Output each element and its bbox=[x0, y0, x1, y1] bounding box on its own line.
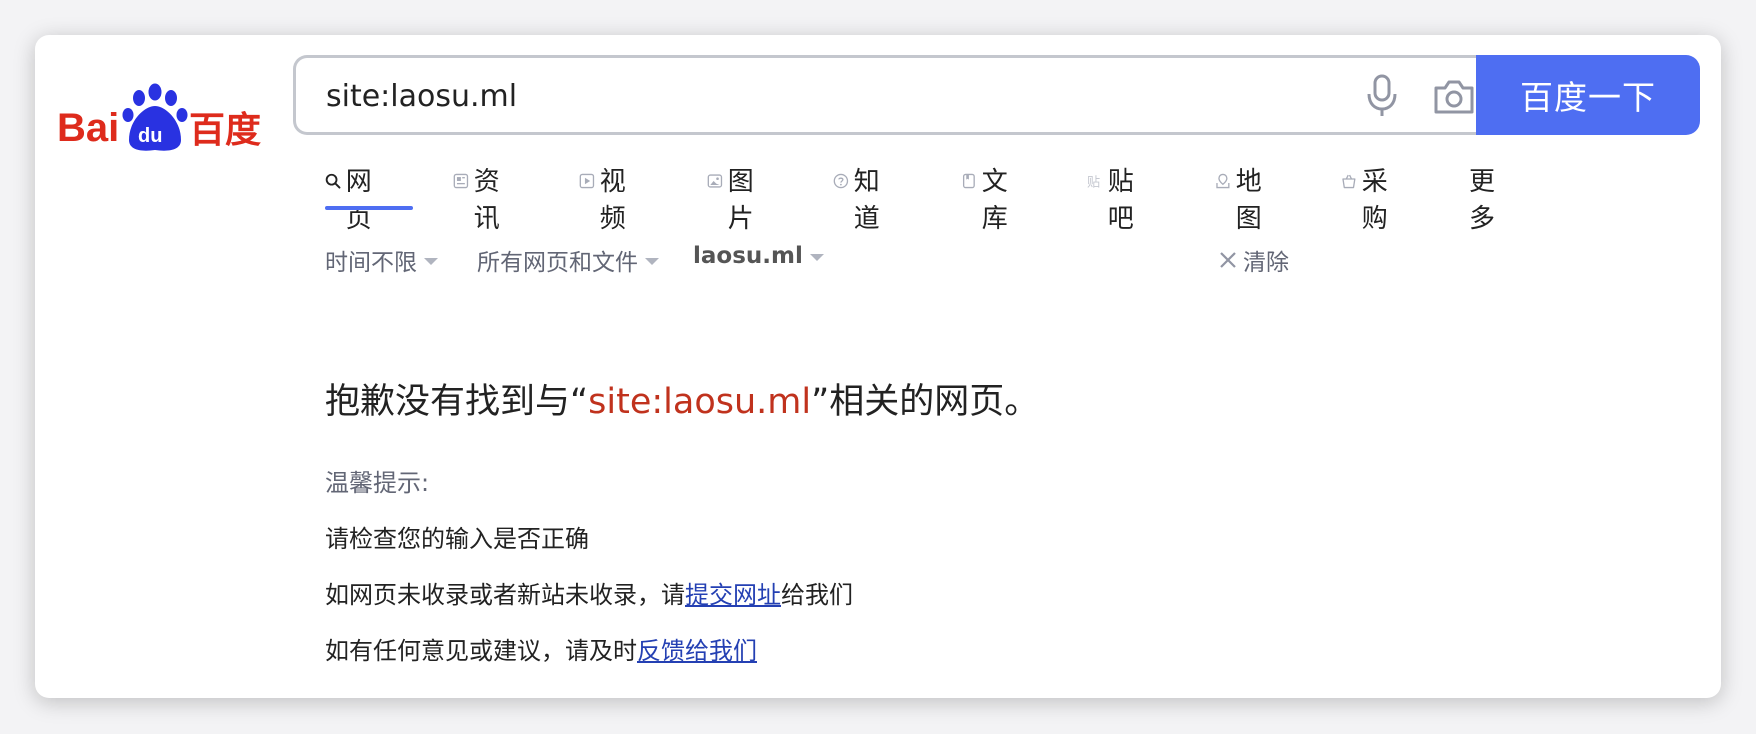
search-input[interactable] bbox=[326, 76, 1286, 116]
tab-tieba[interactable]: 贴 贴吧 bbox=[1087, 161, 1142, 234]
video-icon bbox=[579, 173, 595, 189]
filetype-filter[interactable]: 所有网页和文件 bbox=[477, 243, 659, 277]
tab-label: 知道 bbox=[853, 167, 880, 234]
tab-label: 采购 bbox=[1361, 167, 1388, 234]
caret-down-icon bbox=[424, 257, 438, 265]
time-filter-label: 时间不限 bbox=[325, 250, 417, 276]
caret-down-icon bbox=[809, 253, 824, 261]
tips-title: 温馨提示: bbox=[325, 469, 430, 497]
logo-text-baidu: 百度 bbox=[189, 110, 261, 151]
tips-section: 温馨提示: 请检查您的输入是否正确 如网页未收录或者新站未收录，请提交网址给我们… bbox=[325, 463, 853, 687]
tip-feedback: 如有任何意见或建议，请及时反馈给我们 bbox=[325, 631, 853, 665]
tab-label: 图片 bbox=[727, 167, 754, 234]
no-results-message: 抱歉没有找到与“site:laosu.ml”相关的网页。 bbox=[325, 373, 1039, 424]
basket-icon bbox=[1342, 174, 1356, 189]
message-query: site:laosu.ml bbox=[588, 382, 812, 422]
site-filter-label: laosu.ml bbox=[693, 243, 803, 269]
tab-wenku[interactable]: 文库 bbox=[961, 161, 1016, 234]
tab-news[interactable]: 资讯 bbox=[453, 161, 508, 234]
tab-label: 网页 bbox=[345, 167, 372, 234]
tip-text: 如网页未收录或者新站未收录，请 bbox=[325, 581, 685, 609]
tab-more[interactable]: 更多 bbox=[1469, 161, 1495, 234]
tab-zhidao[interactable]: 知道 bbox=[833, 161, 888, 234]
search-box bbox=[293, 55, 1555, 135]
microphone-icon[interactable] bbox=[1364, 74, 1400, 118]
tip-text: 请检查您的输入是否正确 bbox=[325, 525, 589, 553]
logo-text-du: du bbox=[138, 125, 162, 147]
tab-map[interactable]: 地图 bbox=[1215, 161, 1270, 234]
browser-window: Bai du 百度 百度一下 网页 bbox=[35, 35, 1721, 698]
search-button[interactable]: 百度一下 bbox=[1476, 55, 1700, 135]
news-icon bbox=[453, 173, 469, 189]
caret-down-icon bbox=[645, 257, 659, 265]
tab-label: 文库 bbox=[981, 167, 1008, 234]
tip-submit-url: 如网页未收录或者新站未收录，请提交网址给我们 bbox=[325, 575, 853, 609]
svg-text:贴: 贴 bbox=[1087, 174, 1100, 190]
clear-filter-button[interactable]: 清除 bbox=[1217, 243, 1289, 277]
search-icon bbox=[325, 173, 341, 189]
camera-icon[interactable] bbox=[1433, 76, 1475, 116]
tab-label: 地图 bbox=[1235, 167, 1262, 234]
image-icon bbox=[707, 174, 723, 188]
active-tab-underline bbox=[325, 206, 413, 210]
tip-text: 如有任何意见或建议，请及时 bbox=[325, 637, 637, 665]
question-icon bbox=[833, 173, 849, 189]
time-filter[interactable]: 时间不限 bbox=[325, 243, 438, 277]
tip-text: 给我们 bbox=[781, 581, 853, 609]
tab-label: 视频 bbox=[599, 167, 626, 234]
tieba-icon: 贴 bbox=[1087, 174, 1100, 190]
tab-label: 贴吧 bbox=[1107, 167, 1134, 234]
tab-video[interactable]: 视频 bbox=[579, 161, 634, 234]
feedback-link[interactable]: 反馈给我们 bbox=[637, 637, 757, 665]
tab-images[interactable]: 图片 bbox=[707, 161, 762, 234]
baidu-logo[interactable]: Bai du 百度 bbox=[57, 62, 267, 162]
message-prefix: 抱歉没有找到与“ bbox=[325, 382, 589, 422]
tab-purchase[interactable]: 采购 bbox=[1341, 161, 1396, 234]
message-suffix: ”相关的网页。 bbox=[811, 382, 1040, 422]
clear-filter-label: 清除 bbox=[1243, 250, 1289, 276]
map-icon bbox=[1216, 173, 1230, 189]
submit-url-link[interactable]: 提交网址 bbox=[685, 581, 781, 609]
site-filter[interactable]: laosu.ml bbox=[693, 243, 824, 269]
close-icon bbox=[1220, 252, 1236, 268]
tab-label: 更多 bbox=[1469, 167, 1496, 234]
tab-label: 资讯 bbox=[473, 167, 500, 234]
tip-check-input: 请检查您的输入是否正确 bbox=[325, 519, 853, 553]
logo-text-bai: Bai bbox=[57, 106, 119, 150]
document-icon bbox=[962, 173, 975, 189]
filetype-filter-label: 所有网页和文件 bbox=[477, 250, 638, 276]
